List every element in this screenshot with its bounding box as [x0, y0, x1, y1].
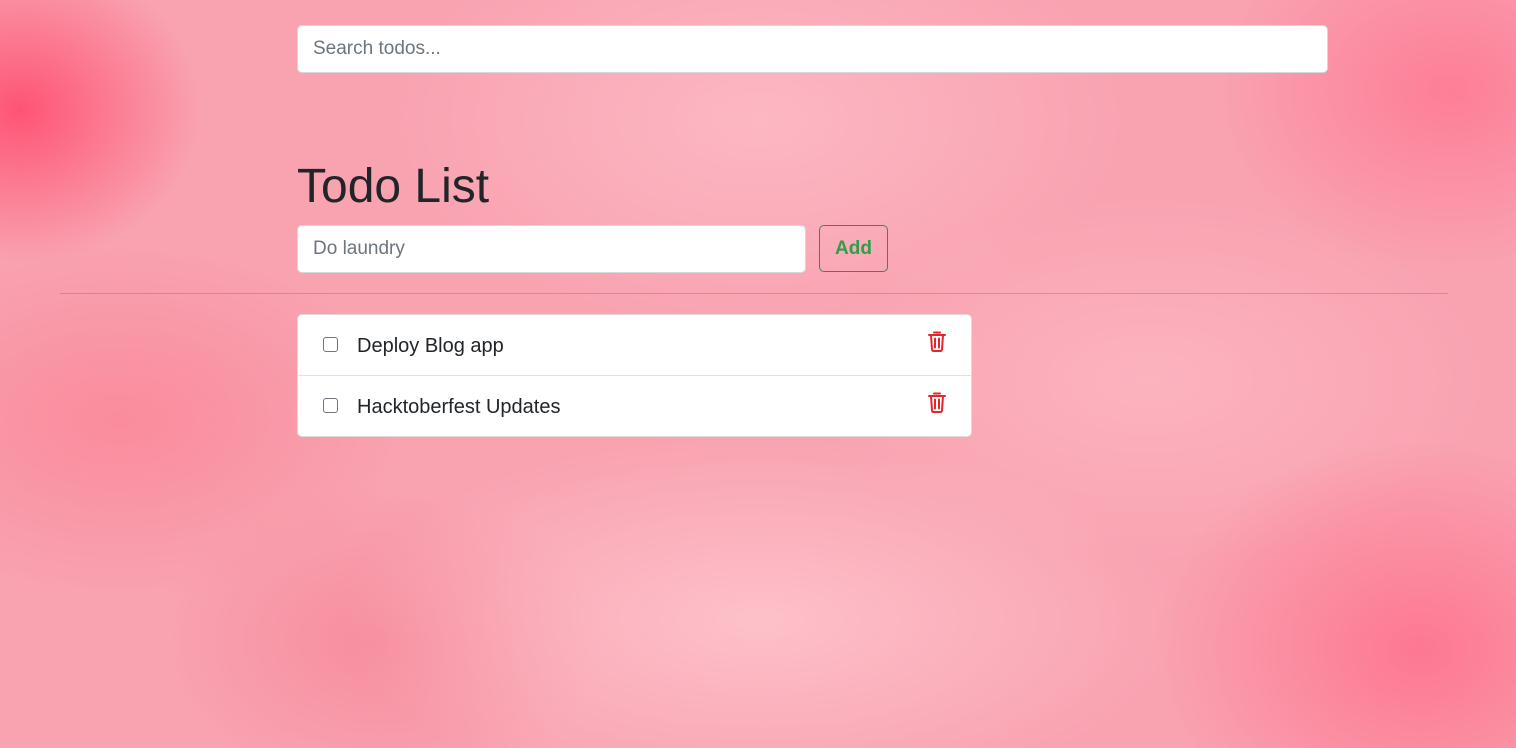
todo-checkbox[interactable] [323, 398, 338, 413]
new-todo-input[interactable] [297, 225, 806, 273]
search-input[interactable] [297, 25, 1328, 73]
divider [60, 293, 1448, 294]
add-button[interactable]: Add [819, 225, 888, 272]
todo-checkbox[interactable] [323, 337, 338, 352]
todo-item: Hacktoberfest Updates [298, 376, 971, 436]
todo-item: Deploy Blog app [298, 315, 971, 376]
page-title: Todo List [297, 160, 490, 213]
todo-text: Deploy Blog app [357, 335, 504, 357]
todo-list: Deploy Blog app Hacktoberfest Updates [297, 314, 972, 437]
delete-todo-button[interactable] [924, 389, 950, 415]
todo-text: Hacktoberfest Updates [357, 396, 561, 418]
trash-icon [928, 392, 946, 413]
trash-icon [928, 331, 946, 352]
delete-todo-button[interactable] [924, 328, 950, 354]
